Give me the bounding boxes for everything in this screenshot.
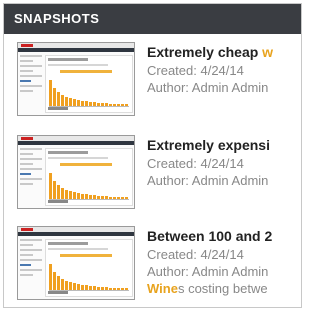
- snapshot-item[interactable]: Extremely cheap w Created: 4/24/14 Autho…: [4, 42, 301, 124]
- snapshot-created: Created: 4/24/14: [147, 247, 244, 262]
- panel-header: SNAPSHOTS: [4, 4, 301, 34]
- snapshot-author: Author: Admin Admin: [147, 173, 269, 188]
- snapshot-item[interactable]: Extremely expensi Created: 4/24/14 Autho…: [4, 135, 301, 217]
- thumbnail-bar: [73, 283, 76, 290]
- thumbnail-bar: [73, 99, 76, 106]
- thumbnail-bar: [57, 92, 60, 106]
- thumbnail-bar: [65, 97, 68, 106]
- thumbnail-bar: [49, 80, 52, 106]
- thumbnail-bar: [61, 95, 64, 106]
- snapshot-author: Author: Admin Admin: [147, 80, 269, 95]
- thumbnail-bar: [69, 98, 72, 106]
- snapshot-description: Wines costing betwe: [147, 281, 268, 296]
- thumbnail-bar: [53, 88, 56, 106]
- thumbnail-bar: [69, 282, 72, 290]
- thumbnail-bar: [65, 281, 68, 290]
- snapshot-title[interactable]: Extremely expensi: [147, 135, 295, 155]
- thumbnail-bar: [53, 272, 56, 290]
- thumbnail-bar: [53, 181, 56, 199]
- thumbnail-bar: [69, 191, 72, 199]
- thumbnail-bar: [49, 173, 52, 199]
- thumbnail-bar: [73, 192, 76, 199]
- snapshot-thumbnail[interactable]: [17, 135, 135, 209]
- snapshot-created: Created: 4/24/14: [147, 156, 244, 171]
- thumbnail-bar: [49, 264, 52, 290]
- snapshots-panel: SNAPSHOTS Extremely cheap w Created: 4/2…: [3, 3, 302, 308]
- snapshot-title[interactable]: Extremely cheap w: [147, 42, 295, 62]
- snapshot-thumbnail[interactable]: [17, 226, 135, 300]
- thumbnail-bar: [61, 188, 64, 199]
- snapshot-created: Created: 4/24/14: [147, 63, 244, 78]
- snapshot-author: Author: Admin Admin: [147, 264, 269, 279]
- snapshot-thumbnail[interactable]: [17, 42, 135, 116]
- snapshot-title[interactable]: Between 100 and 2: [147, 226, 295, 246]
- thumbnail-bar: [61, 279, 64, 290]
- thumbnail-bar: [57, 276, 60, 290]
- thumbnail-bar: [57, 185, 60, 199]
- snapshot-item[interactable]: Between 100 and 2 Created: 4/24/14 Autho…: [4, 226, 301, 307]
- thumbnail-bar: [65, 190, 68, 199]
